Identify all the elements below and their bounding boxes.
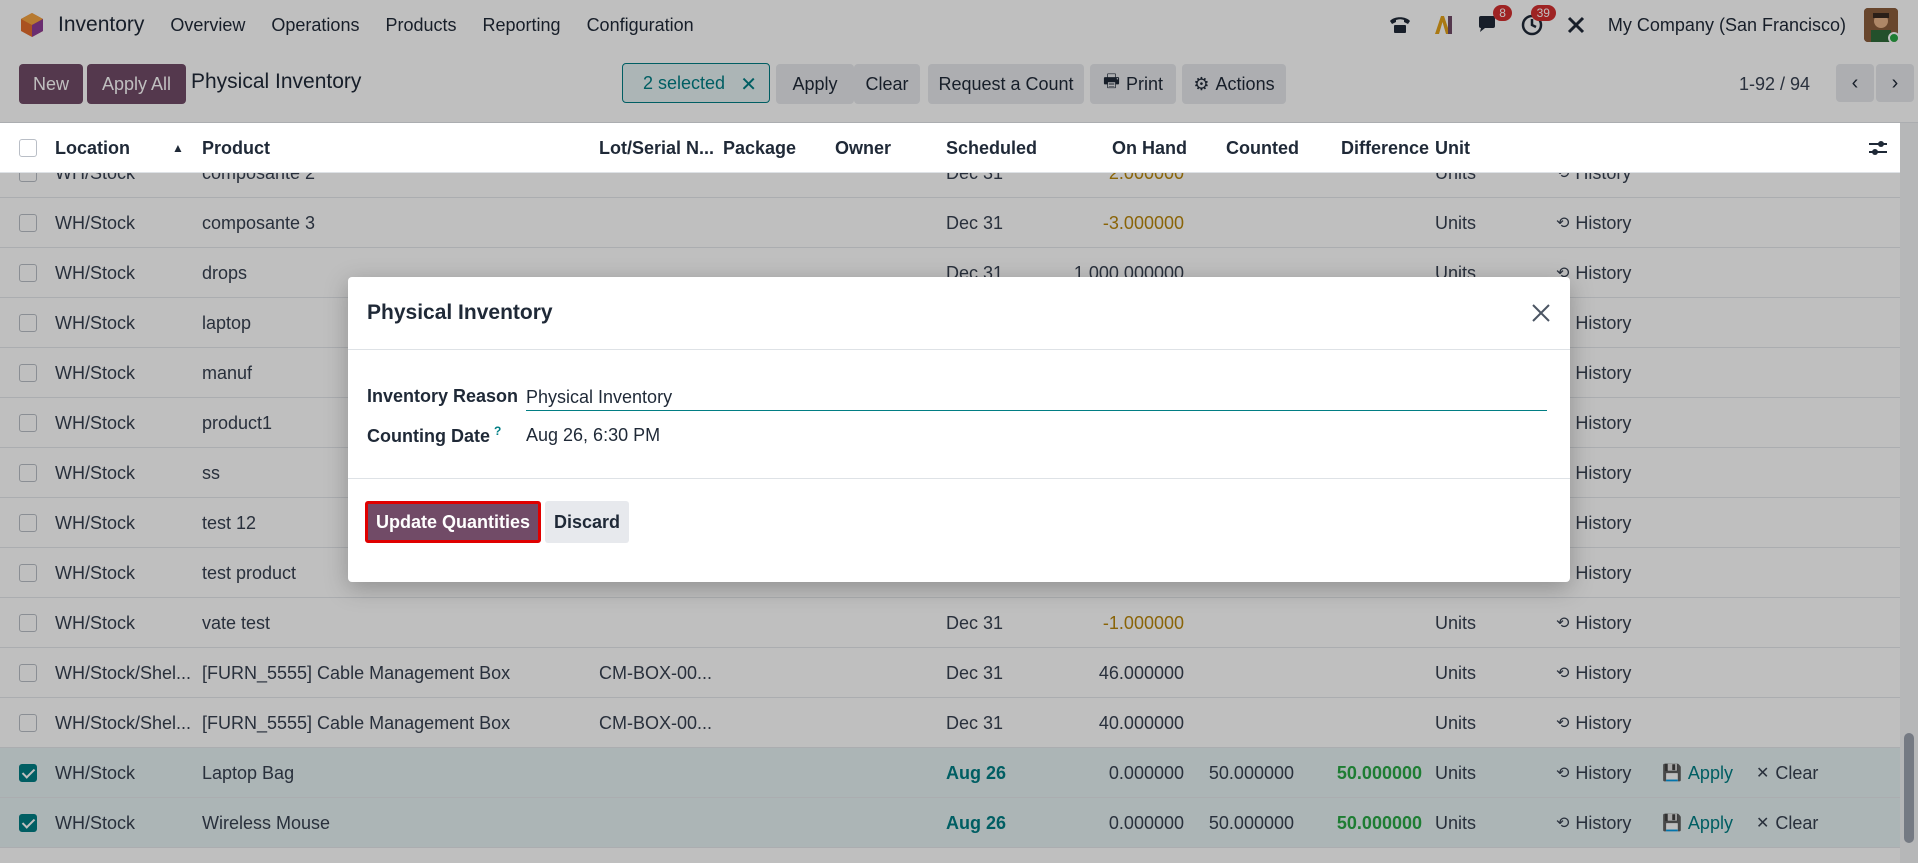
col-counted[interactable]: Counted	[1226, 123, 1299, 173]
col-owner[interactable]: Owner	[835, 123, 891, 173]
list-header-sticky: Location ▲ Product Lot/Serial N... Packa…	[0, 123, 1900, 173]
col-product[interactable]: Product	[202, 123, 270, 173]
dialog-title: Physical Inventory	[367, 301, 553, 324]
counting-date-label-text: Counting Date	[367, 426, 490, 446]
close-icon[interactable]	[1526, 298, 1556, 328]
optional-columns-icon[interactable]	[1868, 123, 1888, 173]
select-all-checkbox[interactable]	[19, 139, 37, 157]
col-difference[interactable]: Difference	[1341, 123, 1429, 173]
col-scheduled[interactable]: Scheduled	[946, 123, 1037, 173]
discard-button[interactable]: Discard	[545, 501, 629, 543]
col-location[interactable]: Location	[55, 123, 130, 173]
dialog-body: Inventory Reason Physical Inventory Coun…	[348, 351, 1570, 479]
col-unit[interactable]: Unit	[1435, 123, 1470, 173]
counting-date-value[interactable]: Aug 26, 6:30 PM	[526, 425, 660, 446]
dialog-header: Physical Inventory	[348, 277, 1570, 350]
col-on-hand[interactable]: On Hand	[1112, 123, 1187, 173]
col-package[interactable]: Package	[723, 123, 796, 173]
physical-inventory-dialog: Physical Inventory Inventory Reason Phys…	[348, 277, 1570, 582]
counting-date-label: Counting Date?	[367, 424, 501, 447]
col-lot-serial[interactable]: Lot/Serial N...	[599, 123, 714, 173]
inventory-reason-value: Physical Inventory	[526, 387, 673, 407]
sort-ascending-icon: ▲	[172, 141, 184, 155]
help-tooltip-icon[interactable]: ?	[494, 424, 501, 438]
update-quantities-button[interactable]: Update Quantities	[365, 501, 541, 543]
inventory-reason-input[interactable]: Physical Inventory	[526, 385, 1547, 411]
dialog-footer: Update Quantities Discard	[348, 480, 1570, 582]
inventory-reason-label: Inventory Reason	[367, 386, 519, 406]
